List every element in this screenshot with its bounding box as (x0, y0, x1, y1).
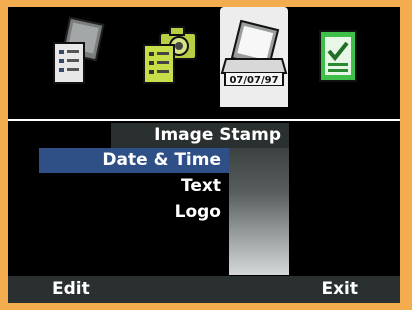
stamp-date-text: 07/07/97 (229, 75, 278, 86)
menu-item-logo[interactable]: Logo (39, 200, 229, 225)
setup-checklist-icon (319, 30, 357, 82)
divider-line (8, 119, 400, 121)
tab-camera-settings[interactable] (136, 7, 202, 103)
menu-item-date-time[interactable]: Date & Time (39, 148, 229, 173)
camera-settings-icon (143, 26, 197, 84)
tab-image-stamp[interactable]: 07/07/97 (220, 7, 288, 107)
camera-lcd-screen: 07/07/97 Image Stamp Date & Time Text Lo… (8, 7, 400, 303)
menu-scroll-gradient (229, 148, 289, 275)
menu-tab-row: 07/07/97 (8, 7, 400, 107)
playback-list-icon (53, 16, 105, 84)
tab-playback[interactable] (48, 7, 114, 103)
exit-softkey[interactable]: Exit (321, 276, 358, 303)
tab-setup[interactable] (310, 7, 376, 103)
softkey-bar: Edit Exit (8, 276, 400, 303)
menu-title: Image Stamp (111, 123, 289, 148)
menu-item-text[interactable]: Text (39, 174, 229, 199)
edit-softkey[interactable]: Edit (52, 276, 90, 303)
image-stamp-icon: 07/07/97 (220, 19, 288, 86)
